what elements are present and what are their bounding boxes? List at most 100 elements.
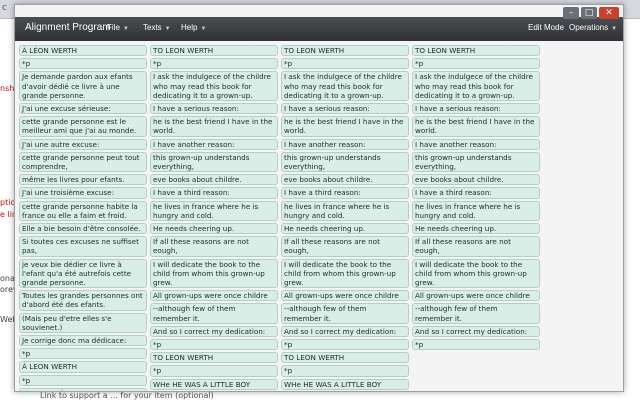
segment-cell[interactable]: If all these reasons are not eough,	[150, 236, 278, 257]
segment-cell[interactable]: this grown-up understands everything,	[412, 151, 540, 173]
segment-cell[interactable]: I have a serious reason:	[281, 103, 409, 115]
segment-cell[interactable]: WHe HE WAS A LITTLE BOY	[281, 378, 409, 390]
column-english-3: TO LEON WERTH *p I ask the indulgece of th…	[412, 45, 540, 352]
segment-cell[interactable]: And so I correct my dedication:	[412, 325, 540, 338]
segment-cell[interactable]: All grown-ups were once childre	[281, 290, 409, 302]
segment-cell[interactable]: He needs cheering up.	[150, 223, 278, 235]
segment-cell[interactable]: cette grande personne habite la france o…	[19, 200, 147, 222]
segment-cell[interactable]: *p	[281, 58, 409, 70]
segment-cell[interactable]: cette grande personne peut tout comprend…	[19, 151, 147, 173]
segment-cell[interactable]: I have a third reason:	[281, 187, 409, 199]
segment-cell[interactable]: he lives in france where he is hungry an…	[281, 200, 409, 222]
edit-mode-button[interactable]: Edit Mode	[528, 23, 564, 32]
caret-down-icon: ▼	[122, 26, 129, 32]
maximize-icon[interactable]: □	[581, 7, 597, 19]
menu-file[interactable]: File ▼	[107, 23, 129, 32]
column-english-2: TO LEON WERTH *p I ask the indulgece of th…	[281, 45, 409, 391]
segment-cell[interactable]: même les livres pour efants.	[19, 174, 147, 186]
segment-cell[interactable]: À LÉON WERTH	[19, 45, 147, 57]
segment-cell[interactable]: TO LEON WERTH	[281, 45, 409, 57]
segment-cell[interactable]: TO LEON WERTH	[281, 352, 409, 364]
segment-cell[interactable]: I have another reason:	[412, 138, 540, 150]
segment-cell[interactable]: He needs cheering up.	[281, 223, 409, 235]
segment-cell[interactable]: I ask the indulgece of the childre who m…	[412, 71, 540, 102]
segment-cell[interactable]: cette grande personne est le meilleur am…	[19, 116, 147, 137]
segment-cell[interactable]: I have another reason:	[281, 138, 409, 150]
segment-cell[interactable]: (Mais peu d'etre elles s'e souvienet.)	[19, 312, 147, 334]
segment-cell[interactable]: --although few of them remember it.	[412, 303, 540, 324]
segment-cell[interactable]: All grown-ups were once childre	[150, 290, 278, 302]
segment-cell[interactable]: Elle a bie besoin d'être consolée.	[19, 223, 147, 235]
segment-cell[interactable]: *p	[281, 365, 409, 377]
segment-cell[interactable]: he lives in france where he is hungry an…	[150, 200, 278, 222]
segment-cell[interactable]: J'ai une excuse sérieuse:	[19, 103, 147, 115]
segment-cell[interactable]: I have another reason:	[150, 138, 278, 150]
menu-help[interactable]: Help ▼	[181, 23, 206, 32]
segment-cell[interactable]: --although few of them remember it.	[281, 303, 409, 324]
segment-cell[interactable]: TO LEON WERTH	[150, 352, 278, 364]
column-french: À LÉON WERTH *p Je demande pardon aux efan…	[19, 45, 147, 391]
address-bar-fragment[interactable]: c	[2, 3, 7, 13]
segment-cell[interactable]: I have a third reason:	[150, 187, 278, 199]
segment-cell[interactable]: *p	[150, 58, 278, 70]
segment-cell[interactable]: QUAND IL ÉTAIT PETIT GARÇON	[19, 387, 147, 391]
segment-cell[interactable]: J'ai une autre excuse:	[19, 138, 147, 150]
caret-down-icon: ▼	[200, 26, 207, 32]
minimize-icon[interactable]: –	[563, 7, 579, 19]
segment-cell[interactable]: I have a serious reason:	[150, 103, 278, 115]
segment-cell[interactable]: Je corrige donc ma dédicace:	[19, 335, 147, 347]
segment-cell[interactable]: he lives in france where he is hungry an…	[412, 200, 540, 222]
segment-cell[interactable]: I have a serious reason:	[412, 103, 540, 115]
segment-cell[interactable]: *p	[281, 339, 409, 351]
segment-cell[interactable]: I will dedicate the book to the child fr…	[281, 258, 409, 289]
segment-cell[interactable]: *p	[412, 58, 540, 70]
menu-label: Texts	[143, 23, 162, 32]
segment-cell[interactable]: À LEON WERTH	[19, 361, 147, 373]
segment-cell[interactable]: I will dedicate the book to the child fr…	[412, 258, 540, 289]
segment-cell[interactable]: *p	[19, 58, 147, 70]
segment-cell[interactable]: I ask the indulgece of the childre who m…	[281, 71, 409, 102]
segment-cell[interactable]: I have a third reason:	[412, 187, 540, 199]
segment-cell[interactable]: And so I correct my dedication:	[150, 325, 278, 338]
segment-cell[interactable]: this grown-up understands everything,	[281, 151, 409, 173]
caret-down-icon: ▼	[611, 26, 618, 32]
segment-cell[interactable]: eve books about childre.	[150, 174, 278, 186]
menu-texts[interactable]: Texts ▼	[143, 23, 171, 32]
segment-cell[interactable]: he is the best friend I have in the worl…	[281, 116, 409, 137]
segment-cell[interactable]: Je demande pardon aux efants d'avoir déd…	[19, 71, 147, 102]
segment-cell[interactable]: If all these reasons are not eough,	[412, 236, 540, 257]
menu-label: File	[107, 23, 120, 32]
segment-cell[interactable]: he is the best friend I have in the worl…	[412, 116, 540, 137]
segment-cell[interactable]: *p	[150, 365, 278, 377]
segment-cell[interactable]: he is the best friend I have in the worl…	[150, 116, 278, 137]
alignment-columns: À LÉON WERTH *p Je demande pardon aux efan…	[19, 45, 619, 391]
segment-cell[interactable]: And so I correct my dedication:	[281, 325, 409, 338]
segment-cell[interactable]: TO LEON WERTH	[412, 45, 540, 57]
segment-cell[interactable]: *p	[150, 339, 278, 351]
window-controls: – □ ✕	[563, 7, 619, 19]
segment-cell[interactable]: je veux bie dédier ce livre à l'efant qu…	[19, 258, 147, 289]
segment-cell[interactable]: *p	[19, 348, 147, 360]
segment-cell[interactable]: *p	[19, 374, 147, 386]
close-icon[interactable]: ✕	[599, 7, 619, 19]
segment-cell[interactable]: Si toutes ces excuses ne suffiset pas,	[19, 236, 147, 257]
segment-cell[interactable]: eve books about childre.	[412, 174, 540, 186]
segment-cell[interactable]: If all these reasons are not eough,	[281, 236, 409, 257]
segment-cell[interactable]: eve books about childre.	[281, 174, 409, 186]
column-english-1: TO LEON WERTH *p I ask the indulgece of th…	[150, 45, 278, 391]
menu-bar: Alignment Program File ▼ Texts ▼ Help ▼ Edi…	[15, 17, 623, 41]
segment-cell[interactable]: I ask the indulgece of the childre who m…	[150, 71, 278, 102]
caret-down-icon: ▼	[164, 26, 171, 32]
segment-cell[interactable]: J'ai une troisième excuse:	[19, 187, 147, 199]
segment-cell[interactable]: Toutes les grandes personnes ont d'abord…	[19, 290, 147, 311]
menu-operations[interactable]: Operations ▼	[569, 23, 617, 32]
segment-cell[interactable]: WHe HE WAS A LITTLE BOY	[150, 378, 278, 390]
segment-cell[interactable]: TO LEON WERTH	[150, 45, 278, 57]
segment-cell[interactable]: All grown-ups were once childre	[412, 290, 540, 302]
segment-cell[interactable]: this grown-up understands everything,	[150, 151, 278, 173]
segment-cell[interactable]: *p	[412, 339, 540, 351]
background-text: Link to support a ... for your item (opt…	[40, 391, 214, 400]
segment-cell[interactable]: He needs cheering up.	[412, 223, 540, 235]
segment-cell[interactable]: --although few of them remember it.	[150, 303, 278, 324]
segment-cell[interactable]: I will dedicate the book to the child fr…	[150, 258, 278, 289]
